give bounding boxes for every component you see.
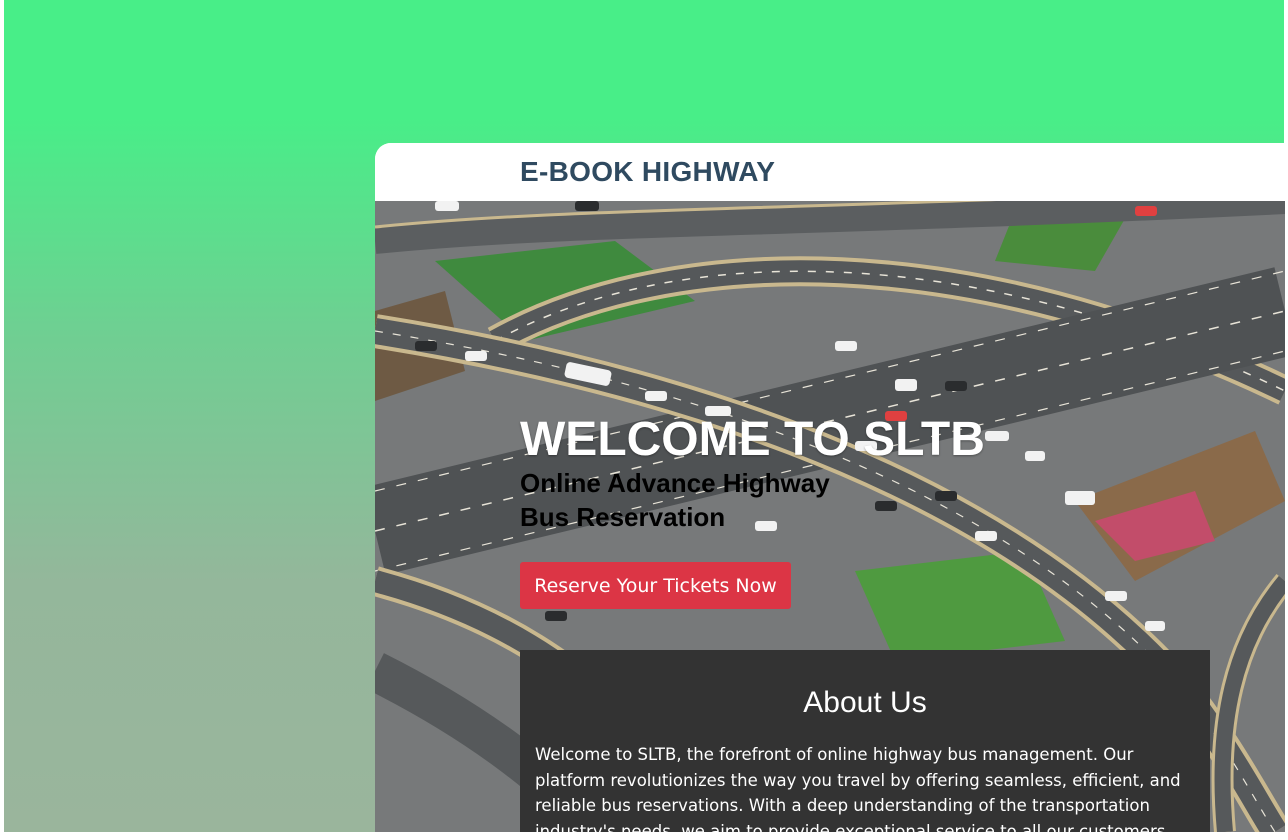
hero-subtitle-line1: Online Advance Highway bbox=[520, 468, 830, 498]
brand-logo-text[interactable]: E-BOOK HIGHWAY bbox=[520, 156, 775, 188]
navbar: E-BOOK HIGHWAY bbox=[375, 143, 1285, 201]
reserve-tickets-button[interactable]: Reserve Your Tickets Now bbox=[520, 562, 791, 609]
hero-subtitle-line2: Bus Reservation bbox=[520, 502, 726, 532]
site-frame: E-BOOK HIGHWAY WELCOME TO SLTB Online Ad… bbox=[375, 143, 1285, 832]
about-us-section: About Us Welcome to SLTB, the forefront … bbox=[520, 650, 1210, 832]
about-us-text: Welcome to SLTB, the forefront of online… bbox=[535, 745, 1181, 832]
hero-subtitle: Online Advance Highway Bus Reservation bbox=[520, 466, 900, 534]
hero-section: WELCOME TO SLTB Online Advance Highway B… bbox=[375, 201, 1285, 832]
hero-title: WELCOME TO SLTB bbox=[520, 413, 985, 466]
about-us-heading: About Us bbox=[803, 686, 927, 719]
